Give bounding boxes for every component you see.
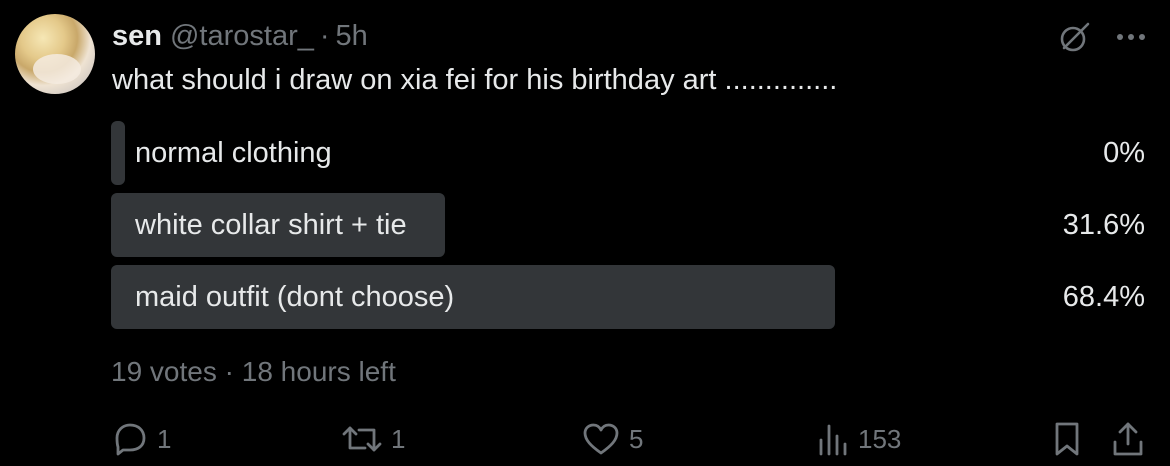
repost-button[interactable]: 1 [341,418,405,460]
header-separator: · [319,19,330,52]
analytics-icon [816,420,850,458]
poll-option-label: normal clothing [135,136,332,169]
poll-option-label: maid outfit (dont choose) [135,280,455,313]
avatar[interactable] [15,14,95,94]
more-icon[interactable] [1116,32,1146,42]
poll-time-left: 18 hours left [241,356,396,387]
poll-votes: 19 votes [111,356,217,387]
poll-option[interactable]: white collar shirt + tie 31.6% [111,193,1149,257]
author-handle[interactable]: @tarostar_ [170,20,314,53]
reply-count: 1 [157,423,172,454]
poll-option[interactable]: normal clothing 0% [111,121,1149,185]
bookmark-button[interactable] [1051,418,1083,460]
share-icon [1111,420,1145,458]
heart-icon [581,420,621,458]
post-text: what should i draw on xia fei for his bi… [112,64,838,96]
reply-icon [111,420,149,458]
views-button[interactable]: 153 [816,418,901,460]
like-button[interactable]: 5 [581,418,643,460]
action-bar: 1 1 5 153 [111,418,1151,460]
poll-option[interactable]: maid outfit (dont choose) 68.4% [111,265,1149,329]
poll-option-label: white collar shirt + tie [135,208,407,241]
repost-count: 1 [391,423,406,454]
poll-meta-separator: · [224,356,234,387]
post-time[interactable]: 5h [336,20,368,53]
like-count: 5 [629,423,644,454]
author-name[interactable]: sen [112,20,162,53]
share-button[interactable] [1111,418,1145,460]
reply-button[interactable]: 1 [111,418,171,460]
bookmark-icon [1051,420,1083,458]
poll-option-percent: 0% [1103,136,1145,169]
poll-option-bar [111,121,125,185]
views-count: 153 [858,423,902,454]
top-icons [1058,20,1146,54]
grok-icon[interactable] [1058,20,1092,54]
poll-meta: 19 votes · 18 hours left [111,356,396,388]
poll-option-percent: 31.6% [1062,208,1145,241]
repost-icon [341,420,383,458]
poll: normal clothing 0% white collar shirt + … [111,121,1149,337]
post-header: sen @tarostar_ · 5h [112,18,368,54]
poll-option-percent: 68.4% [1062,280,1145,313]
